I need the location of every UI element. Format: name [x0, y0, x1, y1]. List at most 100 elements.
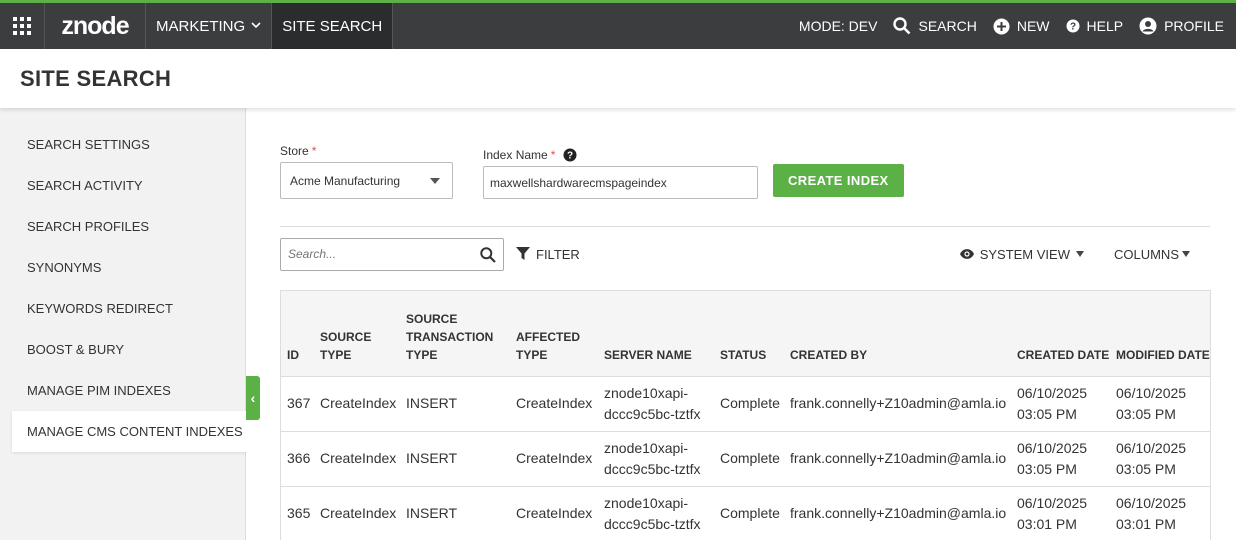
- divider: [280, 226, 1210, 227]
- cell-id: 367: [281, 375, 314, 431]
- store-select[interactable]: Acme Manufacturing: [280, 162, 453, 199]
- sidebar-item-synonyms[interactable]: SYNONYMS: [0, 247, 245, 288]
- nav-new-label: NEW: [1016, 18, 1050, 34]
- nav-site-search[interactable]: SITE SEARCH: [272, 3, 394, 49]
- system-view-dropdown[interactable]: SYSTEM VIEW: [959, 246, 1084, 262]
- store-label: Store *: [280, 144, 453, 158]
- cell-affected-type: CreateIndex: [510, 375, 598, 431]
- plus-circle-icon: [993, 18, 1010, 35]
- nav-site-search-label: SITE SEARCH: [282, 17, 383, 35]
- sidebar-item-search-settings[interactable]: SEARCH SETTINGS: [0, 124, 245, 165]
- filter-icon: [516, 247, 530, 261]
- index-name-field-group: Index Name * ?: [483, 148, 758, 199]
- store-select-value: Acme Manufacturing: [290, 173, 401, 188]
- cell-created-date: 06/10/2025 03:01 PM: [1011, 485, 1110, 540]
- cell-server-name: znode10xapi-dccc9c5bc-tztfx: [598, 375, 714, 431]
- chevron-left-icon: ‹: [250, 390, 256, 406]
- table-header-row: ID SOURCE TYPE SOURCE TRANSACTION TYPE A…: [281, 291, 1210, 376]
- apps-grid-button[interactable]: [0, 3, 45, 49]
- columns-label: COLUMNS: [1113, 246, 1179, 262]
- data-table: ID SOURCE TYPE SOURCE TRANSACTION TYPE A…: [281, 291, 1210, 540]
- znode-logo[interactable]: znode: [45, 3, 146, 49]
- index-name-label: Index Name * ?: [483, 148, 758, 162]
- cell-source-type: CreateIndex: [314, 430, 400, 486]
- col-header-created-by[interactable]: CREATED BY: [784, 291, 1011, 376]
- grid-search-box: [280, 237, 504, 271]
- col-header-server-name[interactable]: SERVER NAME: [598, 291, 714, 376]
- top-nav: znode MARKETING SITE SEARCH MODE: DEV SE…: [0, 0, 1236, 49]
- col-header-affected-type[interactable]: AFFECTED TYPE: [510, 291, 598, 376]
- system-view-label: SYSTEM VIEW: [979, 246, 1070, 262]
- nav-search-label: SEARCH: [918, 18, 977, 34]
- cell-id: 365: [281, 485, 314, 540]
- cell-id: 366: [281, 430, 314, 486]
- col-header-id[interactable]: ID: [281, 291, 314, 376]
- create-index-button[interactable]: CREATE INDEX: [773, 164, 904, 197]
- store-field-group: Store * Acme Manufacturing: [280, 144, 453, 199]
- nav-marketing-label: MARKETING: [156, 17, 246, 35]
- sidebar-item-keywords-redirect[interactable]: KEYWORDS REDIRECT: [0, 288, 245, 329]
- nav-profile-button[interactable]: PROFILE: [1139, 17, 1224, 35]
- cell-source-type: CreateIndex: [314, 485, 400, 540]
- cell-status: Complete: [714, 375, 784, 431]
- cell-modified-date: 06/10/2025 03:05 PM: [1110, 430, 1210, 486]
- cell-transaction-type: INSERT: [400, 375, 510, 431]
- dropdown-caret-icon: [430, 178, 440, 184]
- nav-right-group: MODE: DEV SEARCH NEW ? HELP PROFILE: [799, 3, 1236, 49]
- logo-text: znode: [61, 11, 129, 40]
- filter-button[interactable]: FILTER: [516, 247, 580, 262]
- cell-created-by: frank.connelly+Z10admin@amla.io: [784, 430, 1011, 486]
- question-icon[interactable]: ?: [563, 148, 577, 162]
- chevron-down-icon: [251, 21, 261, 32]
- user-circle-icon: [1139, 17, 1157, 35]
- sidebar-item-search-profiles[interactable]: SEARCH PROFILES: [0, 206, 245, 247]
- table-row[interactable]: 367 CreateIndex INSERT CreateIndex znode…: [281, 375, 1210, 431]
- cell-server-name: znode10xapi-dccc9c5bc-tztfx: [598, 485, 714, 540]
- help-circle-icon: ?: [1066, 19, 1080, 33]
- sidebar-item-manage-cms-content-indexes[interactable]: MANAGE CMS CONTENT INDEXES: [12, 411, 246, 452]
- sidebar-item-search-activity[interactable]: SEARCH ACTIVITY: [0, 165, 245, 206]
- columns-dropdown[interactable]: COLUMNS: [1114, 247, 1190, 262]
- index-activity-table: ID SOURCE TYPE SOURCE TRANSACTION TYPE A…: [280, 290, 1211, 540]
- col-header-source-transaction-type[interactable]: SOURCE TRANSACTION TYPE: [400, 291, 510, 376]
- grid-search-input[interactable]: [281, 247, 471, 261]
- eye-icon: [959, 249, 974, 259]
- index-form: Store * Acme Manufacturing Index Name * ? …: [280, 144, 904, 199]
- cell-modified-date: 06/10/2025 03:01 PM: [1110, 485, 1210, 540]
- sidebar-item-boost-bury[interactable]: BOOST & BURY: [0, 329, 245, 370]
- table-row[interactable]: 366 CreateIndex INSERT CreateIndex znode…: [281, 430, 1210, 486]
- col-header-modified-date[interactable]: MODIFIED DATE: [1110, 291, 1210, 376]
- index-name-input[interactable]: [483, 166, 758, 199]
- sidebar-item-manage-pim-indexes[interactable]: MANAGE PIM INDEXES: [0, 370, 245, 411]
- cell-status: Complete: [714, 485, 784, 540]
- sidebar: SEARCH SETTINGS SEARCH ACTIVITY SEARCH P…: [0, 108, 246, 540]
- nav-marketing-menu[interactable]: MARKETING: [146, 3, 273, 49]
- nav-help-button[interactable]: ? HELP: [1066, 18, 1124, 34]
- col-header-created-date[interactable]: CREATED DATE: [1011, 291, 1110, 376]
- nav-new-button[interactable]: NEW: [993, 18, 1050, 35]
- cell-transaction-type: INSERT: [400, 485, 510, 540]
- col-header-source-type[interactable]: SOURCE TYPE: [314, 291, 400, 376]
- search-icon[interactable]: [480, 246, 496, 263]
- table-row[interactable]: 365 CreateIndex INSERT CreateIndex znode…: [281, 485, 1210, 540]
- cell-modified-date: 06/10/2025 03:05 PM: [1110, 375, 1210, 431]
- chevron-down-icon: [1182, 251, 1190, 257]
- nav-help-label: HELP: [1086, 18, 1124, 34]
- cell-created-by: frank.connelly+Z10admin@amla.io: [784, 375, 1011, 431]
- grid-toolbar: FILTER SYSTEM VIEW COLUMNS: [280, 237, 1210, 271]
- svg-text:?: ?: [567, 151, 573, 162]
- nav-search-button[interactable]: SEARCH: [893, 17, 977, 35]
- cell-affected-type: CreateIndex: [510, 485, 598, 540]
- mode-indicator: MODE: DEV: [798, 18, 878, 34]
- required-mark: *: [311, 144, 317, 158]
- index-name-label-text: Index Name: [483, 148, 548, 162]
- store-label-text: Store: [280, 144, 309, 158]
- cell-server-name: znode10xapi-dccc9c5bc-tztfx: [598, 430, 714, 486]
- cell-created-date: 06/10/2025 03:05 PM: [1011, 430, 1110, 486]
- col-header-status[interactable]: STATUS: [714, 291, 784, 376]
- cell-created-by: frank.connelly+Z10admin@amla.io: [784, 485, 1011, 540]
- sidebar-collapse-button[interactable]: ‹: [246, 376, 260, 420]
- svg-text:?: ?: [1069, 22, 1075, 33]
- cell-transaction-type: INSERT: [400, 430, 510, 486]
- cell-created-date: 06/10/2025 03:05 PM: [1011, 375, 1110, 431]
